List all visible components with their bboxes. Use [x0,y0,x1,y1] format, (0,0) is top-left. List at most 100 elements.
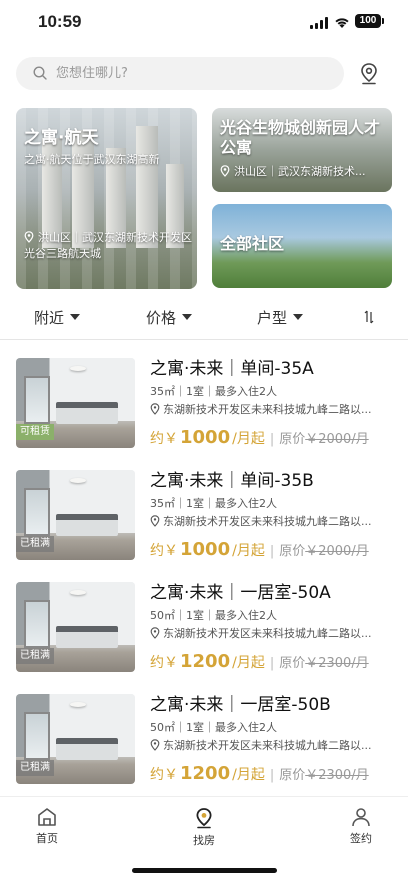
location-pin-icon [150,515,160,527]
price-value: 1000 [180,427,231,448]
listing-address-text: 东湖新技术开发区未来科技城九峰二路以... [163,515,372,528]
featured-location-text: 洪山区｜武汉东湖新技术开发区光谷三路航天城 [24,231,192,260]
featured-card-hangtian[interactable]: 之寓·航天 之寓·航天位于武汉东湖高新 洪山区｜武汉东湖新技术开发区光谷三路航天… [16,108,197,289]
featured-card-biocity[interactable]: 光谷生物城创新园人才公寓 洪山区｜武汉东湖新技术... [212,108,392,192]
filter-price-label: 价格 [146,309,177,327]
price-prefix: 约￥ [150,655,178,671]
original-price: 原价￥2000/月 [279,544,368,559]
search-input[interactable] [56,57,326,90]
listing-photo: 已租满 [16,694,135,784]
listing-title: 之寓·未来｜单间-35B [150,471,314,491]
listing-price: 约￥ 1200/月起 | 原价￥2300/月 [150,651,369,672]
price-unit: /月起 [232,655,265,671]
listing-photo: 已租满 [16,470,135,560]
featured-title: 光谷生物城创新园人才公寓 [220,118,381,157]
listing-item[interactable]: 已租满 之寓·未来｜单间-35B 35㎡｜1室｜最多入住2人 东湖新技术开发区未… [0,470,408,570]
original-price: 原价￥2000/月 [279,432,368,447]
price-unit: /月起 [232,767,265,783]
availability-tag: 已租满 [16,760,54,776]
price-unit: /月起 [232,431,265,447]
price-value: 1000 [180,539,231,560]
listing-item[interactable]: 已租满 之寓·未来｜一居室-50B 50㎡｜1室｜最多入住2人 东湖新技术开发区… [0,694,408,794]
original-price-label: 原价 [279,768,306,783]
tab-sign-label: 签约 [350,832,372,845]
original-price-value: ￥2300/月 [305,656,369,671]
original-price-value: ￥2300/月 [305,768,369,783]
availability-tag: 可租赁 [16,424,54,440]
original-price-label: 原价 [279,544,306,559]
tab-home[interactable]: 首页 [17,807,77,846]
listing-price: 约￥ 1000/月起 | 原价￥2000/月 [150,539,369,560]
original-price-label: 原价 [279,432,306,447]
featured-title: 之寓·航天 [24,128,99,148]
availability-tag: 已租满 [16,648,54,664]
listing-address: 东湖新技术开发区未来科技城九峰二路以... [150,402,382,418]
featured-subtitle: 之寓·航天位于武汉东湖高新 [24,153,160,166]
original-price-value: ￥2000/月 [305,432,369,447]
listing-title: 之寓·未来｜一居室-50A [150,583,331,603]
listing-title: 之寓·未来｜一居室-50B [150,695,331,715]
location-pin-icon [150,627,160,639]
all-communities-card[interactable]: 全部社区 [212,204,392,288]
tab-sign[interactable]: 签约 [331,807,391,846]
price-prefix: 约￥ [150,431,178,447]
all-communities-label: 全部社区 [220,234,285,253]
search-icon [33,66,47,80]
original-price: 原价￥2300/月 [279,768,368,783]
listing-address: 东湖新技术开发区未来科技城九峰二路以... [150,514,382,530]
dropdown-arrow-icon [70,314,81,320]
original-price-label: 原价 [279,656,306,671]
listing-item[interactable]: 可租赁 之寓·未来｜单间-35A 35㎡｜1室｜最多入住2人 东湖新技术开发区未… [0,358,408,458]
home-indicator [132,868,277,873]
listing-address: 东湖新技术开发区未来科技城九峰二路以... [150,738,382,754]
signal-icon [310,17,328,29]
home-icon [38,808,56,826]
original-price: 原价￥2300/月 [279,656,368,671]
battery-indicator: 100 [355,14,384,28]
price-prefix: 约￥ [150,767,178,783]
person-icon [352,808,370,827]
listing-address-text: 东湖新技术开发区未来科技城九峰二路以... [163,403,372,416]
listing-price: 约￥ 1200/月起 | 原价￥2300/月 [150,763,369,784]
location-pin-icon [150,403,160,415]
divider [0,339,408,340]
location-pin-icon [150,739,160,751]
listing-meta: 35㎡｜1室｜最多入住2人 [150,385,277,398]
price-value: 1200 [180,651,231,672]
filter-price[interactable]: 价格 [146,307,193,328]
listing-address: 东湖新技术开发区未来科技城九峰二路以... [150,626,382,642]
featured-location: 洪山区｜武汉东湖新技术开发区光谷三路航天城 [24,230,192,262]
filter-layout[interactable]: 户型 [257,307,304,328]
status-bar: 10:59 100 [0,0,408,46]
filter-layout-label: 户型 [257,309,288,327]
listing-meta: 50㎡｜1室｜最多入住2人 [150,609,277,622]
listing-photo: 已租满 [16,582,135,672]
featured-location: 洪山区｜武汉东湖新技术... [220,164,388,180]
location-pin-icon [220,165,230,177]
wifi-icon [335,18,349,28]
tab-find[interactable]: 找房 [174,807,234,848]
availability-tag: 已租满 [16,536,54,552]
tab-find-label: 找房 [193,834,215,847]
location-pin-icon [196,808,212,829]
filter-nearby-label: 附近 [34,309,65,327]
listing-photo: 可租赁 [16,358,135,448]
price-prefix: 约￥ [150,543,178,559]
price-unit: /月起 [232,543,265,559]
featured-location-text: 洪山区｜武汉东湖新技术... [234,165,366,178]
location-pin-icon [24,231,34,243]
original-price-value: ￥2000/月 [305,544,369,559]
dropdown-arrow-icon [182,314,193,320]
sort-icon[interactable] [364,310,374,324]
map-location-icon[interactable] [358,62,380,86]
filter-nearby[interactable]: 附近 [34,307,81,328]
listing-address-text: 东湖新技术开发区未来科技城九峰二路以... [163,627,372,640]
price-value: 1200 [180,763,231,784]
listing-address-text: 东湖新技术开发区未来科技城九峰二路以... [163,739,372,752]
listing-title: 之寓·未来｜单间-35A [150,359,314,379]
search-bar[interactable] [16,57,344,90]
listing-item[interactable]: 已租满 之寓·未来｜一居室-50A 50㎡｜1室｜最多入住2人 东湖新技术开发区… [0,582,408,682]
listing-meta: 35㎡｜1室｜最多入住2人 [150,497,277,510]
listing-meta: 50㎡｜1室｜最多入住2人 [150,721,277,734]
filter-bar: 附近 价格 户型 [0,305,408,329]
